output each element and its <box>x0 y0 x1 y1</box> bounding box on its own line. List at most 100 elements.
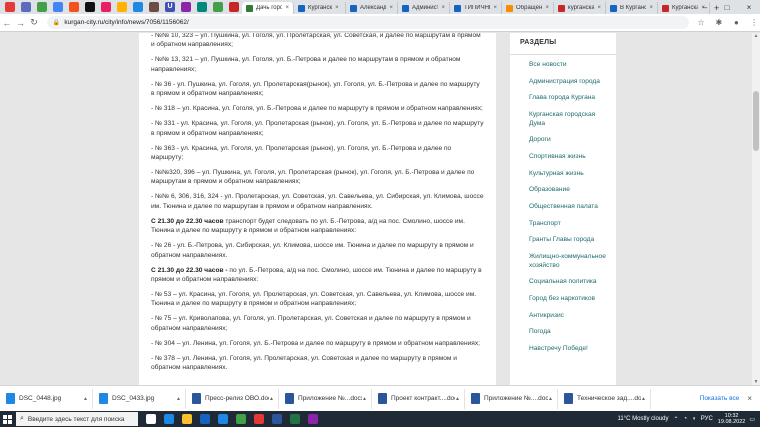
network-icon[interactable]: ◔ <box>684 416 688 422</box>
download-item[interactable]: DSC_0433.jpg ▲ <box>95 388 186 409</box>
page-scrollbar[interactable]: ▲ ▼ <box>752 33 760 385</box>
sidebar-link[interactable]: Глава города Кургана <box>529 94 606 103</box>
download-item[interactable]: Проект контракт....docx ▲ <box>374 388 465 409</box>
back-button[interactable]: ← <box>0 18 14 28</box>
sidebar-link[interactable]: Навстречу Победе! <box>529 345 606 354</box>
browser-tab[interactable]: ТИПИЧНЫЙ× <box>450 2 502 14</box>
download-item[interactable]: Техническое зад....docx ▲ <box>560 388 651 409</box>
photos-icon[interactable] <box>304 411 322 427</box>
download-menu-caret-icon[interactable]: ▲ <box>83 396 88 402</box>
tab-close-icon[interactable]: × <box>335 5 339 11</box>
sidebar-link[interactable]: Образование <box>529 186 606 195</box>
browser-tab[interactable]: Администр× <box>398 2 450 14</box>
browser-tab[interactable]: Курганск × <box>294 2 346 14</box>
browser-tab[interactable]: Обращения× <box>502 2 554 14</box>
browser-tab[interactable]: курганская× <box>554 2 606 14</box>
extensions-icon[interactable]: ✱ <box>713 18 725 27</box>
pinned-tab-11-icon[interactable]: U <box>165 2 175 12</box>
download-menu-caret-icon[interactable]: ▲ <box>455 396 460 402</box>
reload-button[interactable]: ↻ <box>27 17 41 28</box>
download-menu-caret-icon[interactable]: ▲ <box>362 396 367 402</box>
taskview-icon[interactable] <box>142 411 160 427</box>
clock[interactable]: 10:32 19.08.2022 <box>718 413 746 426</box>
maximize-button[interactable]: □ <box>716 3 738 12</box>
download-menu-caret-icon[interactable]: ▲ <box>548 396 553 402</box>
download-menu-caret-icon[interactable]: ▲ <box>176 396 181 402</box>
sidebar-link[interactable]: Администрация города <box>529 78 606 87</box>
pinned-tab-8-icon[interactable] <box>117 2 127 12</box>
tab-close-icon[interactable]: × <box>493 5 497 11</box>
browser-tab[interactable]: Дачь городс× <box>242 2 294 14</box>
word-icon[interactable] <box>268 411 286 427</box>
pinned-tab-3-icon[interactable] <box>37 2 47 12</box>
tab-close-icon[interactable]: × <box>597 5 601 11</box>
paragraph-text: - № 331 - ул. Красина, ул. Гоголя, ул. П… <box>151 120 484 137</box>
download-item[interactable]: Приложение №...docx ▲ <box>281 388 372 409</box>
chrome-icon[interactable] <box>232 411 250 427</box>
download-item[interactable]: Приложение №....docx ▲ <box>467 388 558 409</box>
pinned-tab-9-icon[interactable] <box>133 2 143 12</box>
pinned-tab-1-icon[interactable] <box>5 2 15 12</box>
tab-close-icon[interactable]: × <box>441 5 445 11</box>
pinned-tab-15-icon[interactable] <box>229 2 239 12</box>
tab-close-icon[interactable]: × <box>649 5 653 11</box>
language-indicator[interactable]: РУС <box>701 416 713 422</box>
pinned-tab-6-icon[interactable] <box>85 2 95 12</box>
pinned-tab-5-icon[interactable] <box>69 2 79 12</box>
sidebar-link[interactable]: Город без наркотиков <box>529 295 606 304</box>
tray-chevron-icon[interactable]: ⌃ <box>674 416 679 423</box>
explorer-icon[interactable] <box>178 411 196 427</box>
store-icon[interactable] <box>196 411 214 427</box>
sidebar-link[interactable]: Дороги <box>529 136 606 145</box>
sidebar-link[interactable]: Социальная политика <box>529 278 606 287</box>
close-downloads-icon[interactable]: × <box>747 394 752 403</box>
scrollbar-thumb[interactable] <box>753 91 759 151</box>
pinned-tab-13-icon[interactable] <box>197 2 207 12</box>
forward-button[interactable]: → <box>14 18 28 28</box>
tab-close-icon[interactable]: × <box>389 5 393 11</box>
download-menu-caret-icon[interactable]: ▲ <box>269 396 274 402</box>
windows-logo-icon <box>2 414 12 424</box>
pinned-tab-12-icon[interactable] <box>181 2 191 12</box>
mail-icon[interactable] <box>214 411 232 427</box>
scroll-up-icon[interactable]: ▲ <box>752 33 760 39</box>
sidebar-link[interactable]: Все новости <box>529 61 606 70</box>
close-window-button[interactable]: × <box>738 3 760 12</box>
menu-kebab-icon[interactable]: ⋮ <box>748 18 760 27</box>
minimize-button[interactable]: – <box>694 3 716 12</box>
tab-close-icon[interactable]: × <box>285 5 289 11</box>
sidebar-link[interactable]: Жилищно-коммунальное хозяйство <box>529 253 606 270</box>
sidebar-link[interactable]: Погода <box>529 328 606 337</box>
url-bar[interactable]: 🔒 kurgan-city.ru/city/info/news/7056/115… <box>46 16 690 29</box>
start-button[interactable] <box>0 411 14 427</box>
pinned-tab-14-icon[interactable] <box>213 2 223 12</box>
download-item[interactable]: Пресс-релиз ОВО.doc ▲ <box>188 388 279 409</box>
download-item[interactable]: DSC_0448.jpg ▲ <box>2 388 93 409</box>
sidebar-link[interactable]: Общественная палата <box>529 203 606 212</box>
browser-tab[interactable]: В Кургансн× <box>606 2 658 14</box>
bookmark-star-icon[interactable]: ☆ <box>695 18 707 27</box>
pinned-tab-10-icon[interactable] <box>149 2 159 12</box>
sidebar-link[interactable]: Антикризис <box>529 312 606 321</box>
edge-icon[interactable] <box>160 411 178 427</box>
chrome-glyph <box>236 414 246 424</box>
volume-icon[interactable]: ◖ <box>692 416 696 422</box>
browser-tab[interactable]: Александр× <box>346 2 398 14</box>
yandex-icon[interactable] <box>250 411 268 427</box>
profile-icon[interactable]: ● <box>731 18 743 27</box>
download-menu-caret-icon[interactable]: ▲ <box>641 396 646 402</box>
sidebar-link[interactable]: Транспорт <box>529 220 606 229</box>
pinned-tab-7-icon[interactable] <box>101 2 111 12</box>
show-all-downloads-button[interactable]: Показать все <box>700 395 740 402</box>
sidebar-link[interactable]: Культурная жизнь <box>529 170 606 179</box>
excel-icon[interactable] <box>286 411 304 427</box>
sidebar-link[interactable]: Гранты Главы города <box>529 236 606 245</box>
sidebar-link[interactable]: Спортивная жизнь <box>529 153 606 162</box>
pinned-tab-4-icon[interactable] <box>53 2 63 12</box>
weather-widget[interactable]: 11°C Mostly cloudy <box>618 416 669 422</box>
tab-close-icon[interactable]: × <box>545 5 549 11</box>
notifications-icon[interactable]: ▭ <box>749 416 755 423</box>
sidebar-link[interactable]: Курганская городская Дума <box>529 111 606 128</box>
taskbar-search-input[interactable]: ⌕ Введите здесь текст для поиска <box>16 412 138 426</box>
pinned-tab-2-icon[interactable] <box>21 2 31 12</box>
